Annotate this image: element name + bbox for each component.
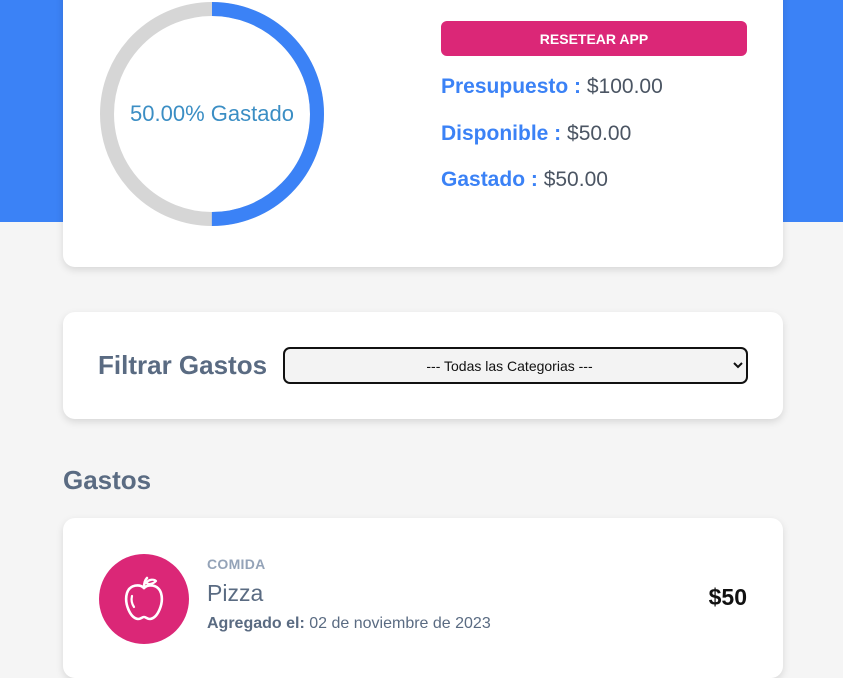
stat-disponible-label: Disponible :	[441, 122, 562, 145]
filter-label: Filtrar Gastos	[98, 350, 268, 380]
budget-card: 50.00% Gastado RESETEAR APP Presupuesto …	[63, 0, 783, 267]
progress-label: 50.00% Gastado	[130, 101, 294, 126]
stat-gastado-value: $50.00	[543, 168, 608, 191]
expense-amount: $50	[708, 584, 747, 610]
expenses-title: Gastos	[63, 465, 152, 495]
reset-app-button[interactable]: RESETEAR APP	[441, 21, 747, 56]
progress-ring: 50.00% Gastado	[98, 0, 326, 228]
stat-presupuesto: Presupuesto : $100.00	[441, 75, 663, 99]
expense-item[interactable]: COMIDA Pizza Agregado el: 02 de noviembr…	[63, 518, 783, 678]
category-filter-select[interactable]: --- Todas las Categorias ---	[283, 347, 748, 384]
stat-disponible-value: $50.00	[567, 122, 632, 145]
apple-icon	[124, 576, 164, 621]
expense-date-label: Agregado el:	[207, 615, 305, 632]
expense-category: COMIDA	[207, 556, 266, 572]
stat-gastado: Gastado : $50.00	[441, 168, 608, 192]
expense-category-badge	[99, 554, 189, 644]
stat-disponible: Disponible : $50.00	[441, 122, 631, 146]
stat-gastado-label: Gastado :	[441, 168, 538, 191]
expense-date: Agregado el: 02 de noviembre de 2023	[207, 615, 491, 633]
expense-name: Pizza	[207, 580, 264, 606]
stat-presupuesto-value: $100.00	[586, 75, 663, 98]
stat-presupuesto-label: Presupuesto :	[441, 75, 582, 98]
filter-card: Filtrar Gastos --- Todas las Categorias …	[63, 312, 783, 419]
expense-date-value: 02 de noviembre de 2023	[309, 615, 491, 632]
